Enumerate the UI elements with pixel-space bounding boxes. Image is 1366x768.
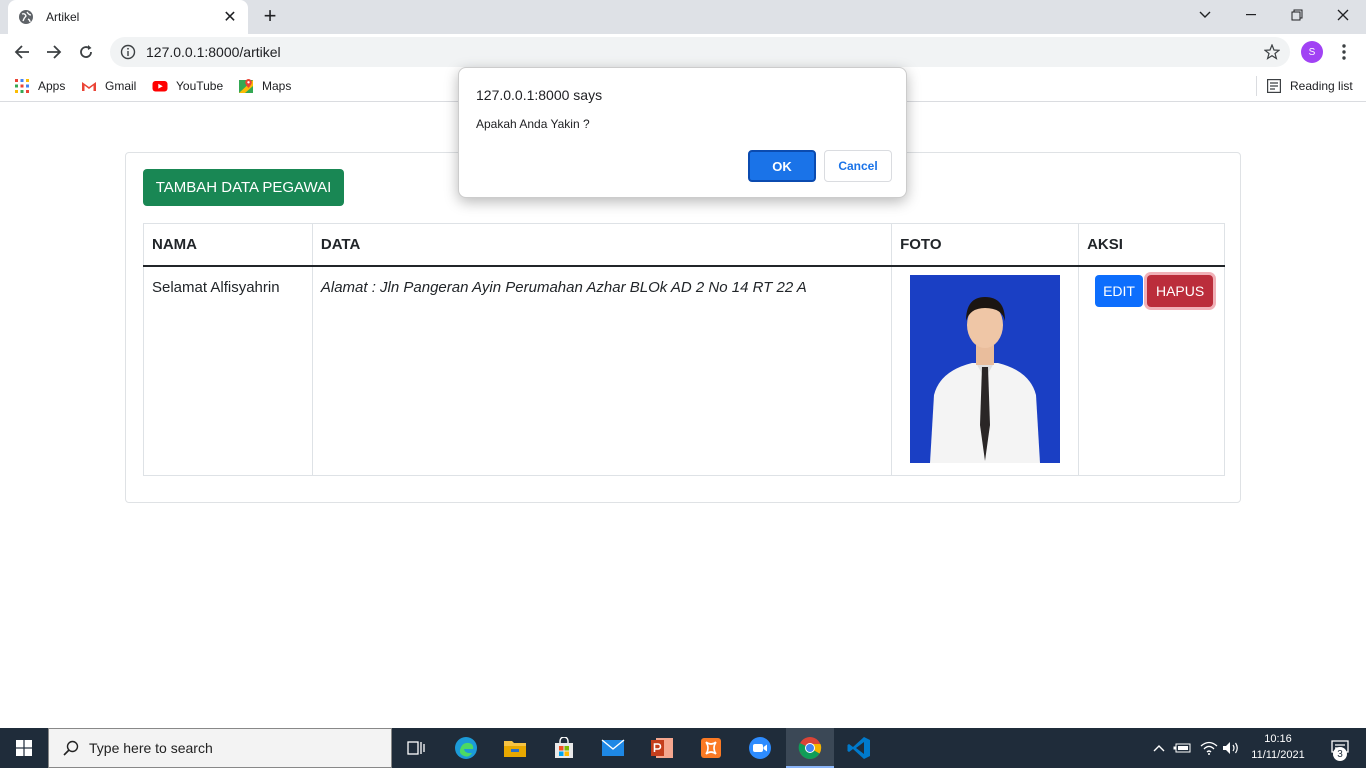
- tab-search-chevron-down-icon[interactable]: [1182, 0, 1228, 30]
- zoom-icon[interactable]: [736, 728, 784, 768]
- dialog-message: Apakah Anda Yakin ?: [476, 117, 590, 131]
- maps-pin-icon: [239, 79, 253, 93]
- header-foto: FOTO: [891, 223, 1080, 267]
- battery-icon[interactable]: [1172, 728, 1192, 768]
- cell-aksi: EDIT HAPUS: [1078, 265, 1225, 476]
- globe-icon: [19, 10, 33, 24]
- powerpoint-icon[interactable]: [638, 728, 686, 768]
- apps-grid-icon: [15, 79, 29, 93]
- tab-title: Artikel: [46, 10, 80, 24]
- reading-list-icon: [1267, 79, 1281, 93]
- task-view-icon[interactable]: [392, 728, 440, 768]
- bookmark-star-icon[interactable]: [1264, 44, 1280, 60]
- clock-date: 11/11/2021: [1251, 749, 1305, 761]
- clock-time: 10:16: [1264, 733, 1292, 745]
- bookmark-apps[interactable]: Apps: [14, 76, 65, 96]
- edit-button[interactable]: EDIT: [1095, 274, 1143, 307]
- cell-nama: Selamat Alfisyahrin: [143, 265, 313, 476]
- confirm-dialog: 127.0.0.1:8000 says Apakah Anda Yakin ? …: [458, 67, 907, 198]
- more-vert-icon[interactable]: [1336, 42, 1352, 62]
- back-arrow-icon[interactable]: [10, 40, 34, 64]
- employee-photo: [910, 274, 1061, 463]
- new-tab-button[interactable]: +: [258, 4, 282, 28]
- windows-start-icon[interactable]: [0, 728, 48, 768]
- url-text: 127.0.0.1:8000/artikel: [146, 44, 281, 60]
- table-row: Selamat Alfisyahrin Alamat : Jln Pangera…: [143, 265, 1225, 476]
- cell-data: Alamat : Jln Pangeran Ayin Perumahan Azh…: [311, 265, 893, 476]
- header-data: DATA: [311, 223, 893, 267]
- wifi-icon[interactable]: [1198, 728, 1220, 768]
- bookmark-youtube[interactable]: YouTube: [152, 76, 223, 96]
- employee-table: NAMA DATA FOTO AKSI Selamat Alfisyahrin …: [143, 223, 1225, 476]
- profile-avatar[interactable]: S: [1301, 41, 1323, 63]
- bookmark-maps[interactable]: Maps: [238, 76, 291, 96]
- file-explorer-icon[interactable]: [491, 728, 539, 768]
- notification-count-badge: 3: [1333, 747, 1347, 761]
- close-window-icon[interactable]: [1320, 0, 1366, 30]
- add-employee-button[interactable]: TAMBAH DATA PEGAWAI: [143, 169, 344, 206]
- youtube-icon: [152, 81, 168, 92]
- store-icon[interactable]: [540, 728, 588, 768]
- cell-foto: [891, 265, 1080, 476]
- dialog-ok-button[interactable]: OK: [748, 150, 816, 182]
- browser-toolbar: 127.0.0.1:8000/artikel: [0, 34, 1366, 70]
- taskbar-search-input[interactable]: Type here to search: [48, 728, 392, 768]
- tab-strip: Artikel ✕ +: [0, 0, 1366, 34]
- tray-chevron-up-icon[interactable]: [1150, 728, 1168, 768]
- delete-button[interactable]: HAPUS: [1146, 274, 1214, 307]
- dialog-origin: 127.0.0.1:8000 says: [476, 87, 603, 103]
- browser-tab[interactable]: Artikel ✕: [8, 0, 248, 34]
- header-nama: NAMA: [143, 223, 313, 267]
- minimize-icon[interactable]: [1228, 0, 1274, 30]
- mail-icon[interactable]: [589, 728, 637, 768]
- vscode-icon[interactable]: [835, 728, 883, 768]
- address-bar[interactable]: 127.0.0.1:8000/artikel: [110, 37, 1290, 67]
- forward-arrow-icon[interactable]: [42, 40, 66, 64]
- taskbar: Type here to search 10:16 11/11/2021: [0, 728, 1366, 768]
- edge-icon[interactable]: [442, 728, 490, 768]
- reading-list-button[interactable]: Reading list: [1256, 76, 1353, 96]
- search-icon: [63, 740, 79, 756]
- tab-close-icon[interactable]: ✕: [222, 7, 238, 27]
- gmail-icon: [82, 82, 96, 91]
- content-card: TAMBAH DATA PEGAWAI NAMA DATA FOTO AKSI …: [125, 152, 1241, 503]
- chrome-icon[interactable]: [786, 728, 834, 768]
- header-aksi: AKSI: [1078, 223, 1225, 267]
- taskbar-clock[interactable]: 10:16 11/11/2021: [1244, 731, 1312, 763]
- restore-icon[interactable]: [1274, 0, 1320, 30]
- dialog-cancel-button[interactable]: Cancel: [824, 150, 892, 182]
- reload-icon[interactable]: [74, 40, 98, 64]
- bookmark-gmail[interactable]: Gmail: [81, 76, 136, 96]
- volume-icon[interactable]: [1220, 728, 1242, 768]
- xampp-icon[interactable]: [687, 728, 735, 768]
- info-icon[interactable]: [120, 44, 136, 60]
